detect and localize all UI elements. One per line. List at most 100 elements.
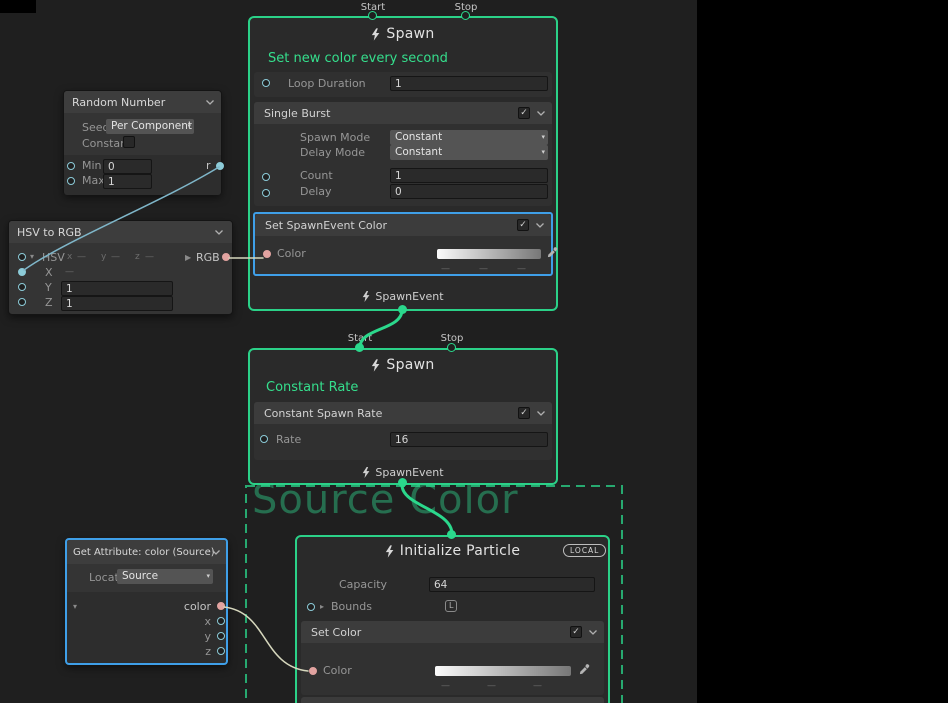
count-field[interactable]: 1 (390, 168, 548, 183)
constant-spawn-rate-block[interactable]: Constant Spawn Rate ✓ Rate 16 (254, 402, 552, 460)
collapse-chevron-icon[interactable] (214, 229, 224, 236)
spawnevent-output-port[interactable] (398, 305, 407, 314)
delay-mode-dropdown[interactable]: Constant ▾ (390, 145, 548, 160)
dropdown-value: Constant (395, 131, 442, 143)
color-z-dash: — (517, 264, 526, 274)
spawn-mode-dropdown[interactable]: Constant ▾ (390, 130, 548, 145)
z-output-label: z (127, 645, 211, 658)
rate-input-port[interactable] (260, 435, 268, 443)
initialize-header[interactable]: Initialize Particle (297, 537, 608, 565)
min-input-port[interactable] (67, 162, 75, 170)
eyedropper-icon[interactable] (579, 664, 590, 675)
set-color-header[interactable]: Set Color ✓ (301, 621, 604, 643)
local-badge[interactable]: LOCAL (563, 544, 606, 557)
random-number-header[interactable]: Random Number (64, 91, 221, 113)
spawn1-header[interactable]: Spawn (250, 18, 556, 50)
loop-duration-field[interactable]: 1 (390, 76, 548, 91)
seed-dropdown[interactable]: Per Component ▾ (106, 119, 194, 134)
collapse-chevron-icon[interactable] (536, 110, 546, 117)
collapse-chevron-icon[interactable] (536, 410, 546, 417)
x-label: X (45, 266, 53, 279)
location-dropdown[interactable]: Source ▾ (117, 569, 213, 584)
vfx-graph-canvas[interactable]: Source Color Random Number Seed Per Comp… (0, 0, 948, 703)
random-number-node[interactable]: Random Number Seed Per Component ▾ Const… (63, 90, 222, 195)
expander-down-icon[interactable]: ▾ (30, 252, 34, 262)
r-output-port[interactable] (216, 162, 224, 170)
color-input-port[interactable] (263, 250, 271, 258)
loop-duration-port[interactable] (262, 79, 270, 87)
y-label: Y (45, 281, 52, 294)
set-spawnevent-color-block[interactable]: Set SpawnEvent Color ✓ Color — — — (253, 212, 553, 276)
single-burst-block[interactable]: Single Burst ✓ Spawn Mode Constant ▾ Del… (254, 102, 552, 206)
spawnevent-output-port[interactable] (398, 478, 407, 487)
spawn-context-1[interactable]: Spawn Set new color every second Loop Du… (248, 16, 558, 311)
collapse-chevron-icon[interactable] (535, 222, 545, 229)
window-corner-tab (0, 0, 36, 13)
constant-spawn-rate-header[interactable]: Constant Spawn Rate ✓ (254, 402, 552, 424)
color-field[interactable] (435, 666, 571, 676)
spawn2-header[interactable]: Spawn (250, 350, 556, 380)
max-field[interactable]: 1 (103, 174, 152, 189)
hsv-to-rgb-node[interactable]: HSV to RGB ▾ HSV x — y — z — X — Y 1 Z 1… (8, 220, 233, 315)
collapse-chevron-icon[interactable] (588, 629, 598, 636)
node-title: Spawn (386, 357, 434, 373)
constant-spawn-rate-checkbox[interactable]: ✓ (518, 407, 530, 419)
loop-duration-row: Loop Duration 1 (254, 72, 552, 97)
spawn-context-2[interactable]: Spawn Constant Rate Constant Spawn Rate … (248, 348, 558, 485)
single-burst-header[interactable]: Single Burst ✓ (254, 102, 552, 124)
block-title: Single Burst (264, 107, 330, 120)
eyedropper-icon[interactable] (547, 247, 558, 258)
y-field[interactable]: 1 (61, 281, 173, 296)
y-output-port[interactable] (217, 632, 225, 640)
collapse-chevron-icon[interactable] (211, 549, 221, 556)
delay-label: Delay (300, 185, 332, 198)
node-title: HSV to RGB (17, 226, 82, 239)
set-spawnevent-color-checkbox[interactable]: ✓ (517, 219, 529, 231)
capacity-field[interactable]: 64 (429, 577, 595, 592)
color-x-dash: — (441, 681, 450, 691)
hsv-z-mini-label: z (135, 252, 140, 262)
hsv-to-rgb-header[interactable]: HSV to RGB (9, 221, 232, 243)
color-input-port[interactable] (309, 667, 317, 675)
hsv-input-port[interactable] (18, 253, 26, 261)
hsv-y-mini-label: y (101, 252, 106, 262)
constant-checkbox[interactable] (123, 136, 135, 148)
collapse-chevron-icon[interactable] (205, 99, 215, 106)
x-connected-dash: — (65, 267, 74, 277)
get-attribute-header[interactable]: Get Attribute: color (Source) (67, 540, 226, 564)
expander-down-icon[interactable]: ▾ (73, 602, 77, 612)
y-input-port[interactable] (18, 283, 26, 291)
set-color-block[interactable]: Set Color ✓ Color — — — (301, 621, 604, 695)
single-burst-checkbox[interactable]: ✓ (518, 107, 530, 119)
dropdown-arrow-icon: ▾ (541, 145, 545, 160)
color-y-dash: — (487, 681, 496, 691)
x-input-port[interactable] (18, 268, 26, 276)
color-label: Color (277, 247, 306, 260)
expander-right-icon[interactable]: ▸ (320, 602, 324, 612)
initialize-particle-context[interactable]: Initialize Particle LOCAL Capacity 64 ▸ … (295, 535, 610, 703)
count-input-port[interactable] (262, 173, 270, 181)
bounds-input-port[interactable] (307, 603, 315, 611)
delay-field[interactable]: 0 (390, 184, 548, 199)
get-attribute-node[interactable]: Get Attribute: color (Source) Location S… (65, 538, 228, 665)
color-field[interactable] (437, 249, 541, 259)
z-input-port[interactable] (18, 298, 26, 306)
lightning-icon (362, 291, 370, 302)
delay-input-port[interactable] (262, 189, 270, 197)
capacity-label: Capacity (339, 578, 387, 591)
bounds-local-badge[interactable]: L (445, 600, 457, 612)
max-input-port[interactable] (67, 177, 75, 185)
z-field[interactable]: 1 (61, 296, 173, 311)
color-output-port[interactable] (217, 602, 225, 610)
next-block-partial[interactable] (301, 697, 604, 703)
min-field[interactable]: 0 (103, 159, 152, 174)
rate-field[interactable]: 16 (390, 432, 548, 447)
hsv-y-mini-dash: — (111, 252, 120, 262)
x-output-port[interactable] (217, 617, 225, 625)
rgb-output-port[interactable] (222, 253, 230, 261)
set-spawnevent-color-header[interactable]: Set SpawnEvent Color ✓ (255, 214, 551, 236)
set-color-checkbox[interactable]: ✓ (570, 626, 582, 638)
z-output-port[interactable] (217, 647, 225, 655)
lightning-icon (385, 545, 394, 558)
node-title: Spawn (386, 26, 434, 42)
